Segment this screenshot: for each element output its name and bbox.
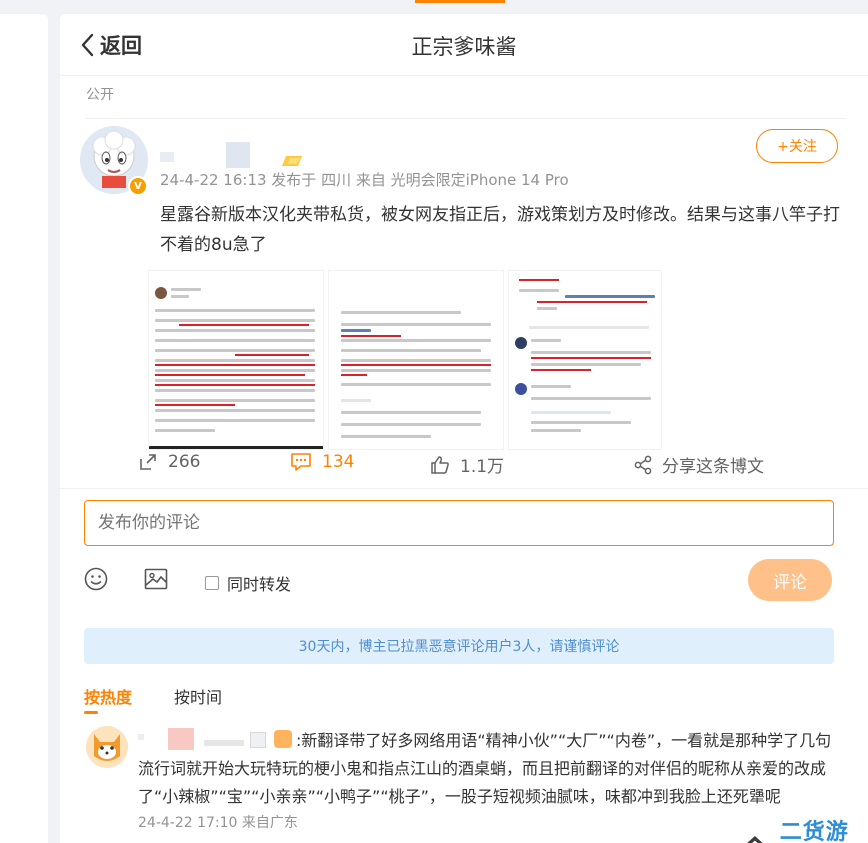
verified-badge-icon: V [128, 176, 148, 196]
author-name-redacted[interactable] [160, 142, 252, 170]
member-level-icon [282, 156, 302, 166]
repost-count: 266 [168, 452, 201, 472]
divider [60, 488, 868, 489]
top-accent-bar [415, 0, 505, 3]
active-tab-indicator [84, 711, 98, 714]
visibility-label: 公开 [86, 87, 114, 103]
sort-by-time-tab[interactable]: 按时间 [174, 684, 222, 708]
comment-text: :新翻译带了好多网络用语“精神小伙”“大厂”“内卷”，一看就是那种学了几句流行词… [138, 731, 832, 806]
left-panel [0, 14, 48, 843]
share-button[interactable]: 分享这条博文 [634, 452, 764, 477]
comment-count: 134 [322, 452, 355, 472]
repost-checkbox[interactable]: 同时转发 [205, 571, 291, 595]
divider [86, 118, 846, 119]
repost-checkbox-label: 同时转发 [227, 575, 292, 594]
comment-icon [291, 453, 311, 471]
post-text: 星露谷新版本汉化夹带私货，被女网友指正后，游戏策划方及时修改。结果与这事八竿子打… [160, 205, 840, 255]
checkbox-icon [205, 576, 219, 590]
post-actions: 266 134 1.1万 分享这条博文 [60, 446, 868, 486]
share-label: 分享这条博文 [662, 457, 764, 477]
fox-avatar-icon [86, 726, 128, 768]
repost-icon [140, 454, 156, 470]
watermark-text: 二货游戏园 [779, 820, 849, 843]
image-icon[interactable] [144, 568, 168, 590]
repost-button[interactable]: 266 [138, 452, 200, 472]
comment-meta: 24-4-22 17:10 来自广东 [138, 815, 298, 831]
post-detail-card: 返回 正宗爹味酱 公开 V 24-4-22 16:13 发布于 四川 来自 光明… [60, 14, 868, 843]
watermark: 二货游戏园 [738, 814, 868, 843]
like-button[interactable]: 1.1万 [430, 452, 504, 477]
submit-comment-button[interactable]: 评论 [748, 559, 832, 601]
comment-button[interactable]: 134 [290, 452, 354, 472]
like-count: 1.1万 [460, 457, 505, 477]
block-notice: 30天内，博主已拉黑恶意评论用户3人，请谨慎评论 [84, 628, 834, 664]
post-image-3[interactable] [508, 270, 662, 450]
post-image-2[interactable] [328, 270, 504, 450]
thumbs-up-icon [431, 455, 449, 474]
commenter-avatar[interactable] [86, 726, 128, 768]
follow-button[interactable]: +关注 [756, 129, 838, 163]
page-title: 正宗爹味酱 [411, 35, 517, 59]
share-icon [634, 455, 652, 474]
post-image-1[interactable] [148, 270, 324, 450]
sort-by-hot-tab[interactable]: 按热度 [84, 684, 132, 708]
detail-header: 返回 正宗爹味酱 [60, 14, 868, 76]
watermark-logo-icon [747, 836, 763, 843]
post-meta: 24-4-22 16:13 发布于 四川 来自 光明会限定iPhone 14 P… [160, 171, 569, 189]
comment-input[interactable] [84, 500, 834, 546]
emoji-icon[interactable] [84, 567, 108, 591]
